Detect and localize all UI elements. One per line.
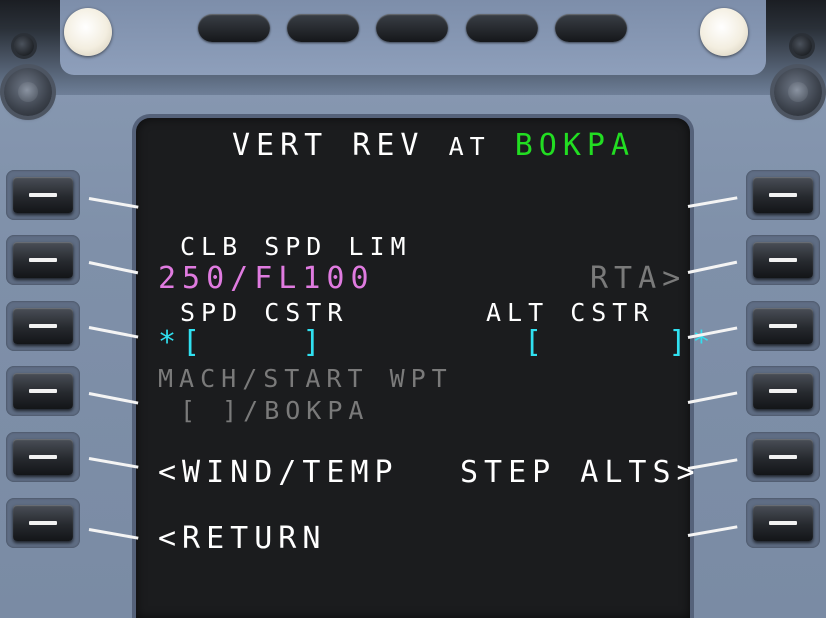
lsk-4r-button[interactable]: [753, 373, 813, 409]
lsk-2l-tick: [88, 261, 139, 275]
lsk-6l-tick: [88, 528, 139, 540]
mcdu-screen: VERT REV AT BOKPA CLB SPD LIM 250/FL100 …: [136, 118, 711, 618]
page-title: VERT REV AT BOKPA: [232, 131, 635, 161]
lsk-1l-button[interactable]: [13, 177, 73, 213]
top-key-5[interactable]: [555, 14, 627, 42]
knob-left-icon[interactable]: [4, 68, 52, 116]
lsk-1r-button[interactable]: [753, 177, 813, 213]
knob-right-icon[interactable]: [774, 68, 822, 116]
lsk-3l-tick: [88, 326, 139, 339]
title-prefix: VERT REV: [232, 128, 425, 163]
screw-right-icon: [792, 36, 812, 56]
lamp-left-icon: [64, 8, 112, 56]
return-prompt[interactable]: <RETURN: [158, 524, 326, 554]
step-alts-prompt[interactable]: STEP ALTS>: [460, 458, 701, 488]
top-key-2[interactable]: [287, 14, 359, 42]
alt-cstr-field[interactable]: [ ]*: [524, 328, 717, 358]
spd-cstr-label: SPD CSTR: [180, 298, 349, 327]
alt-cstr-label: ALT CSTR: [486, 298, 655, 327]
lamp-right-icon: [700, 8, 748, 56]
lsk-5l-button[interactable]: [13, 439, 73, 475]
lsk-4r-tick: [687, 391, 738, 404]
lsk-1l-tick: [88, 197, 139, 209]
top-key-3[interactable]: [376, 14, 448, 42]
mach-start-wpt-field[interactable]: [ ]/BOKPA: [180, 398, 369, 424]
lsk-3l-button[interactable]: [13, 308, 73, 344]
lsk-2r-tick: [687, 260, 738, 274]
lsk-5r-button[interactable]: [753, 439, 813, 475]
lsk-5l-tick: [88, 457, 139, 469]
lsk-2l-button[interactable]: [13, 242, 73, 278]
title-at: AT: [448, 132, 491, 161]
lsk-3r-button[interactable]: [753, 308, 813, 344]
clb-spd-lim-label: CLB SPD LIM: [180, 232, 412, 261]
top-key-4[interactable]: [466, 14, 538, 42]
lsk-4l-button[interactable]: [13, 373, 73, 409]
lsk-6l-button[interactable]: [13, 505, 73, 541]
lsk-2r-button[interactable]: [753, 242, 813, 278]
lsk-4l-tick: [88, 392, 139, 405]
mach-start-wpt-label: MACH/START WPT: [158, 364, 453, 393]
lsk-1r-tick: [687, 196, 738, 208]
spd-cstr-field[interactable]: *[ ]: [158, 328, 326, 358]
lsk-6r-tick: [687, 525, 738, 537]
lsk-6r-button[interactable]: [753, 505, 813, 541]
clb-spd-lim-value[interactable]: 250/FL100: [158, 264, 375, 294]
screw-left-icon: [14, 36, 34, 56]
wind-temp-prompt[interactable]: <WIND/TEMP: [158, 458, 399, 488]
top-key-1[interactable]: [198, 14, 270, 42]
rta-prompt[interactable]: RTA>: [590, 264, 686, 294]
title-waypoint: BOKPA: [514, 128, 636, 163]
